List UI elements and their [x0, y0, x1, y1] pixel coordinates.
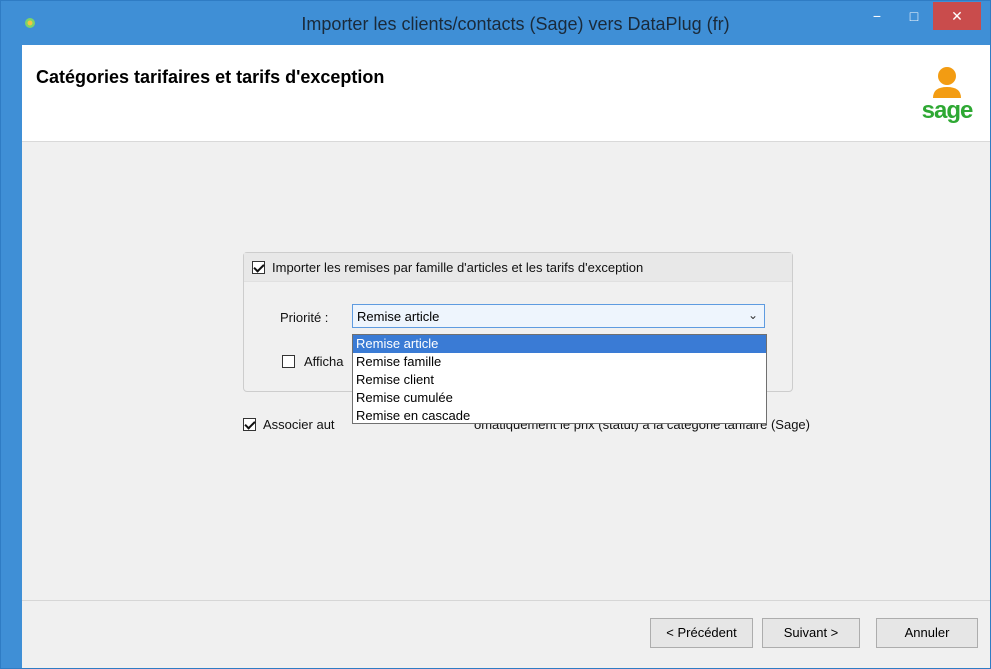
display-checkbox[interactable] — [282, 355, 295, 368]
close-button[interactable]: ✕ — [933, 2, 981, 30]
priority-option[interactable]: Remise article — [353, 335, 766, 353]
priority-label: Priorité : — [280, 310, 329, 325]
minimize-button[interactable]: − — [859, 2, 895, 30]
window-title: Importer les clients/contacts (Sage) ver… — [301, 14, 730, 34]
sage-logo-text: sage — [921, 97, 974, 124]
priority-option[interactable]: Remise client — [353, 371, 766, 389]
importer-window: Importer les clients/contacts (Sage) ver… — [0, 0, 991, 669]
display-label: Afficha — [304, 354, 344, 369]
group-header: Importer les remises par famille d'artic… — [244, 253, 792, 282]
priority-option[interactable]: Remise en cascade — [353, 407, 766, 425]
page-title: Catégories tarifaires et tarifs d'except… — [36, 67, 385, 87]
priority-option[interactable]: Remise cumulée — [353, 389, 766, 407]
maximize-icon: □ — [909, 8, 919, 24]
priority-option[interactable]: Remise famille — [353, 353, 766, 371]
priority-dropdown-list[interactable]: Remise article Remise famille Remise cli… — [352, 334, 767, 424]
wizard-header: Catégories tarifaires et tarifs d'except… — [22, 45, 990, 142]
minimize-icon: − — [872, 8, 882, 24]
footer-divider — [22, 600, 990, 601]
priority-select[interactable]: Remise article ⌄ — [352, 304, 765, 328]
previous-button[interactable]: < Précédent — [650, 618, 753, 648]
priority-select-value: Remise article — [357, 309, 440, 324]
wizard-content: Catégories tarifaires et tarifs d'except… — [22, 45, 990, 668]
next-button[interactable]: Suivant > — [762, 618, 860, 648]
associate-label-start: Associer aut — [263, 417, 335, 432]
maximize-button[interactable]: □ — [897, 2, 931, 30]
import-discounts-checkbox[interactable] — [252, 261, 265, 274]
close-icon: ✕ — [951, 8, 963, 24]
title-bar[interactable]: Importer les clients/contacts (Sage) ver… — [1, 1, 990, 45]
chevron-down-icon[interactable]: ⌄ — [748, 308, 758, 322]
import-discounts-label: Importer les remises par famille d'artic… — [272, 260, 644, 275]
associate-checkbox[interactable] — [243, 418, 256, 431]
cancel-button[interactable]: Annuler — [876, 618, 978, 648]
